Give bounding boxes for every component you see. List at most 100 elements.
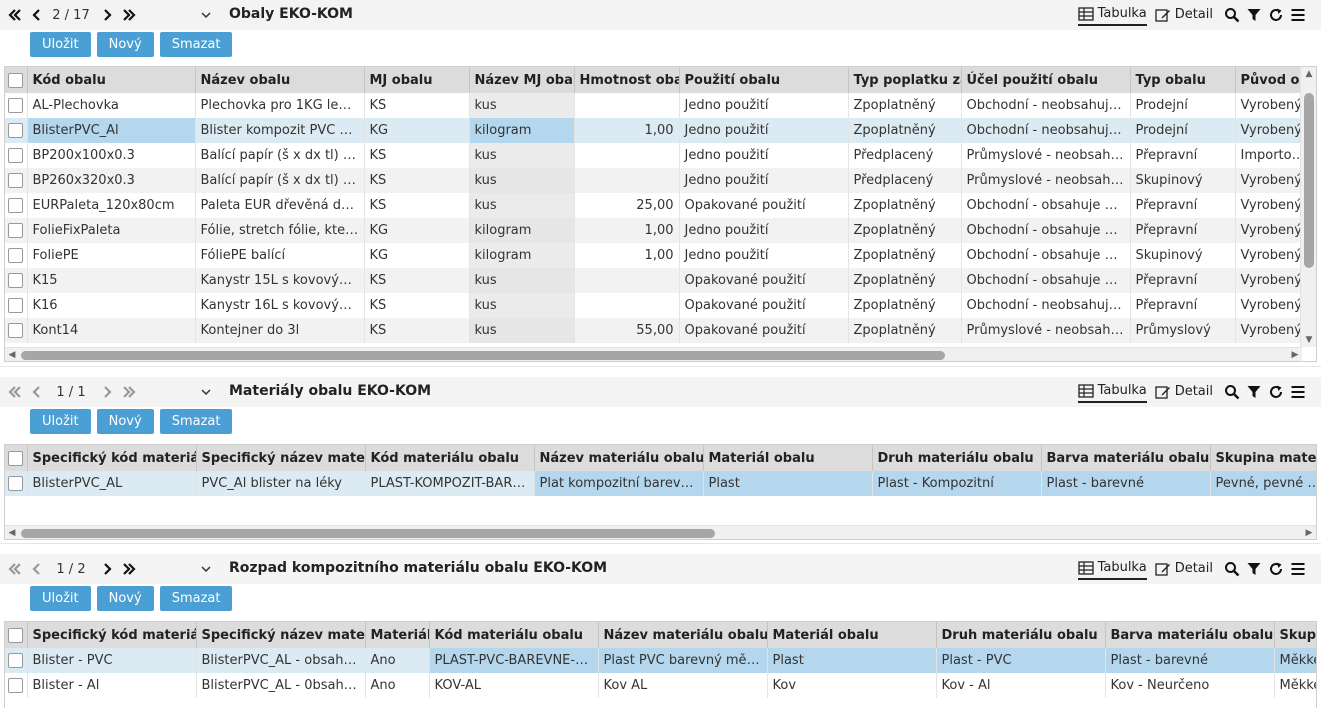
table-cell[interactable]: [574, 93, 680, 118]
table-cell[interactable]: Plechovka pro 1KG lepidla: [195, 93, 365, 118]
column-header[interactable]: Použití obalu: [679, 67, 849, 93]
collapse-chevron-icon[interactable]: [198, 6, 214, 24]
table-cell[interactable]: Kov - Al: [936, 673, 1106, 698]
table-row[interactable]: BlisterPVC_AL PVC_Al blister na léky PLAST…: [5, 471, 1316, 496]
table-cell[interactable]: BlisterPVC_Al: [27, 118, 196, 143]
table-row[interactable]: BP260x320x0.3 Balící papír (š x dx tl) 26…: [5, 168, 1316, 193]
next-page-icon[interactable]: [96, 4, 118, 26]
table-cell[interactable]: kilogram: [469, 218, 575, 243]
table-cell[interactable]: Prodejní: [1130, 93, 1236, 118]
search-icon[interactable]: [1221, 558, 1243, 580]
table-cell[interactable]: KS: [364, 268, 470, 293]
table-cell[interactable]: BP260x320x0.3: [27, 168, 196, 193]
table-cell[interactable]: Kanystr 16L s kovovým uzávěrem: [195, 293, 365, 318]
table-cell[interactable]: BlisterPVC_AL: [27, 471, 197, 496]
table-cell[interactable]: BlisterPVC_AL - 0bsahuje Al: [196, 673, 366, 698]
search-icon[interactable]: [1221, 4, 1243, 26]
table-row[interactable]: FolieFixPaleta Fólie, stretch fólie, kter…: [5, 218, 1316, 243]
save-button[interactable]: Uložit: [30, 586, 91, 611]
column-header[interactable]: Kód materiálu obalu: [429, 622, 599, 648]
row-checkbox[interactable]: [8, 248, 23, 263]
table-cell[interactable]: Balící papír (š x dx tl) 260x320x0.3: [195, 168, 365, 193]
table-cell[interactable]: Zpoplatněný: [848, 268, 962, 293]
save-button[interactable]: Uložit: [30, 32, 91, 57]
refresh-icon[interactable]: [1265, 4, 1287, 26]
column-header[interactable]: Specifický kód materiálu obalu: [27, 622, 197, 648]
table-cell[interactable]: FolieFixPaleta: [27, 218, 196, 243]
column-header[interactable]: Specifický název materiálu obalu: [196, 445, 366, 471]
column-header[interactable]: Specifický kód materiálu obalu: [27, 445, 197, 471]
table-cell[interactable]: Přepravní: [1130, 293, 1236, 318]
table-cell[interactable]: Předplacený: [848, 143, 962, 168]
table-cell[interactable]: Zpoplatněný: [848, 118, 962, 143]
table-row[interactable]: BlisterPVC_Al Blister kompozit PVC + Al KG…: [5, 118, 1316, 143]
scroll-thumb[interactable]: [21, 351, 945, 360]
table-cell[interactable]: Zpoplatněný: [848, 218, 962, 243]
table-cell[interactable]: Obchodní - obsahuje nápoje: [961, 268, 1131, 293]
horizontal-scrollbar[interactable]: ◀ ▶: [5, 525, 1316, 539]
table-cell[interactable]: Přepravní: [1130, 268, 1236, 293]
table-row[interactable]: Blister - Al BlisterPVC_AL - 0bsahuje Al A…: [5, 673, 1316, 698]
table-cell[interactable]: BP200x100x0.3: [27, 143, 196, 168]
table-cell[interactable]: Blister - PVC: [27, 648, 197, 673]
table-cell[interactable]: K15: [27, 268, 196, 293]
table-cell[interactable]: KS: [364, 193, 470, 218]
table-cell[interactable]: Jedno použití: [679, 93, 849, 118]
table-cell[interactable]: Paleta EUR dřevěná délka 120 cm: [195, 193, 365, 218]
scroll-down-icon[interactable]: ▼: [1304, 335, 1314, 345]
table-cell[interactable]: [574, 268, 680, 293]
table-cell[interactable]: Plast - barevné: [1041, 471, 1211, 496]
table-row[interactable]: Kont14 Kontejner do 3l KS kus 55,00 Opakované…: [5, 318, 1316, 343]
collapse-chevron-icon[interactable]: [198, 383, 214, 401]
refresh-icon[interactable]: [1265, 558, 1287, 580]
table-cell[interactable]: kus: [469, 168, 575, 193]
column-header[interactable]: Název MJ obalu: [469, 67, 575, 93]
table-cell[interactable]: Obchodní - obsahuje nápoje: [961, 193, 1131, 218]
table-cell[interactable]: Zpoplatněný: [848, 193, 962, 218]
table-cell[interactable]: kilogram: [469, 118, 575, 143]
table-cell[interactable]: kus: [469, 193, 575, 218]
table-cell[interactable]: kus: [469, 268, 575, 293]
column-header[interactable]: Materiál obalu: [767, 622, 937, 648]
table-cell[interactable]: 25,00: [574, 193, 680, 218]
first-page-icon[interactable]: [4, 381, 26, 403]
table-cell[interactable]: Skupinový: [1130, 168, 1236, 193]
next-page-icon[interactable]: [96, 558, 118, 580]
table-cell[interactable]: 1,00: [574, 218, 680, 243]
scroll-up-icon[interactable]: ▲: [1304, 69, 1314, 79]
filter-icon[interactable]: [1243, 4, 1265, 26]
row-checkbox[interactable]: [8, 476, 23, 491]
table-cell[interactable]: Obchodní - neobsahuje nebezpečné látky: [961, 93, 1131, 118]
table-cell[interactable]: Plast PVC barevný měkký: [598, 648, 768, 673]
row-checkbox[interactable]: [8, 198, 23, 213]
table-cell[interactable]: Přepravní: [1130, 143, 1236, 168]
table-cell[interactable]: Přepravní: [1130, 193, 1236, 218]
last-page-icon[interactable]: [118, 381, 140, 403]
row-checkbox[interactable]: [8, 173, 23, 188]
table-cell[interactable]: Blister - Al: [27, 673, 197, 698]
tab-detail[interactable]: Detail: [1155, 558, 1213, 580]
table-cell[interactable]: 55,00: [574, 318, 680, 343]
table-cell[interactable]: Jedno použití: [679, 168, 849, 193]
table-cell[interactable]: Zpoplatněný: [848, 318, 962, 343]
table-cell[interactable]: Průmyslové - neobsahuje nebezpečné látky: [961, 143, 1131, 168]
table-cell[interactable]: Opakované použití: [679, 268, 849, 293]
tab-table[interactable]: Tabulka: [1077, 4, 1147, 26]
table-cell[interactable]: Obchodní - obsahuje nápoje: [961, 243, 1131, 268]
menu-icon[interactable]: [1287, 381, 1309, 403]
table-cell[interactable]: Blister kompozit PVC + Al: [195, 118, 365, 143]
table-cell[interactable]: Pevné, pevné duté: [1210, 471, 1316, 496]
table-cell[interactable]: Opakované použití: [679, 193, 849, 218]
row-checkbox[interactable]: [8, 298, 23, 313]
table-cell[interactable]: Kanystr 15L s kovovým uzávěrem: [195, 268, 365, 293]
new-button[interactable]: Nový: [96, 32, 154, 57]
column-header[interactable]: MJ obalu: [364, 67, 470, 93]
table-cell[interactable]: K16: [27, 293, 196, 318]
column-header[interactable]: Typ obalu: [1130, 67, 1236, 93]
refresh-icon[interactable]: [1265, 381, 1287, 403]
table-cell[interactable]: KS: [364, 143, 470, 168]
column-header[interactable]: Specifický název materiálu obalu: [196, 622, 366, 648]
table-cell[interactable]: Prodejní: [1130, 118, 1236, 143]
menu-icon[interactable]: [1287, 4, 1309, 26]
table-cell[interactable]: Průmyslové - neobsahuje nebezpečné látky: [961, 168, 1131, 193]
